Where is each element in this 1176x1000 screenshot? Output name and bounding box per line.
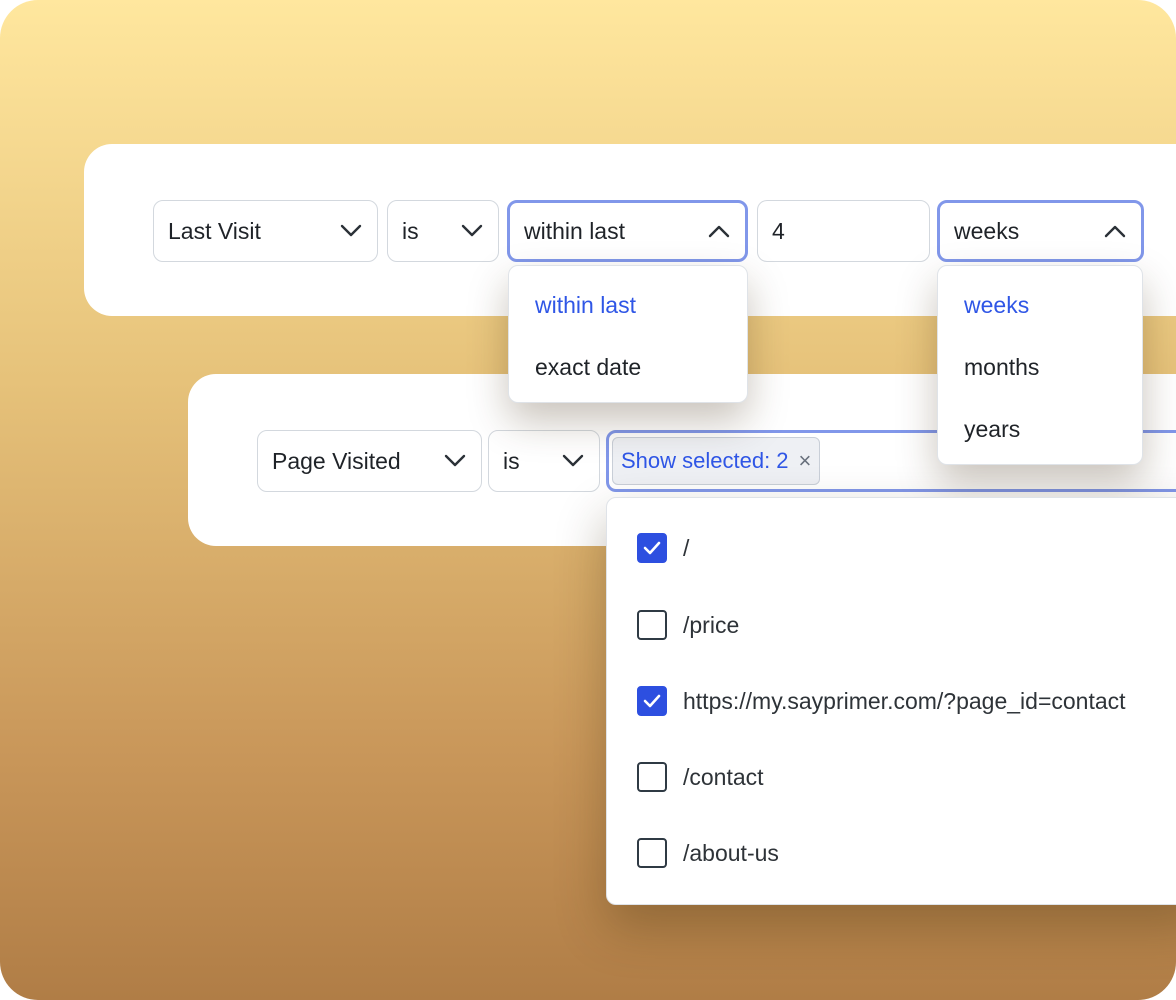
amount-value: 4 [772,217,785,244]
attribute-select-last-visit[interactable]: Last Visit [153,200,378,262]
checkbox-unchecked[interactable] [637,838,667,868]
attribute-select-label: Last Visit [168,217,261,244]
condition-select-label: within last [524,217,625,244]
attribute-select-label: Page Visited [272,447,401,474]
page-option-about-us[interactable]: /about-us [637,838,779,868]
close-icon[interactable]: × [799,450,812,472]
page-option-label: / [683,534,690,561]
operator-select-1[interactable]: is [387,200,499,262]
condition-menu: within last exact date [508,265,748,403]
attribute-select-page-visited[interactable]: Page Visited [257,430,482,492]
condition-select[interactable]: within last [507,200,748,262]
chevron-down-icon [339,219,363,243]
chip-label: Show selected: 2 [621,448,789,473]
unit-option-months[interactable]: months [938,336,1142,398]
unit-select[interactable]: weeks [937,200,1144,262]
checkbox-checked[interactable] [637,686,667,716]
page-option-contact[interactable]: /contact [637,762,764,792]
page-option-contact-url[interactable]: https://my.sayprimer.com/?page_id=contac… [637,686,1126,716]
checkbox-checked[interactable] [637,533,667,563]
condition-option-within-last[interactable]: within last [509,274,747,336]
unit-option-weeks[interactable]: weeks [938,274,1142,336]
operator-select-2[interactable]: is [488,430,600,492]
page-option-label: /price [683,611,740,638]
selected-count-chip[interactable]: Show selected: 2 × [612,437,821,485]
pages-list-panel: / /price https://my.sayprimer.com/?page_… [606,497,1176,905]
amount-input[interactable]: 4 [757,200,930,262]
chevron-up-icon [1103,219,1127,243]
chevron-down-icon [460,219,484,243]
chevron-down-icon [443,449,467,473]
check-icon [643,541,661,555]
page-option-label: /about-us [683,839,779,866]
unit-menu: weeks months years [937,265,1143,465]
check-icon [643,694,661,708]
chevron-up-icon [707,219,731,243]
condition-option-exact-date[interactable]: exact date [509,336,747,398]
page-option-price[interactable]: /price [637,610,739,640]
operator-select-label: is [503,447,520,474]
page-option-root[interactable]: / [637,533,689,563]
unit-option-years[interactable]: years [938,398,1142,460]
operator-select-label: is [402,217,419,244]
unit-select-label: weeks [954,217,1020,244]
background-canvas: Last Visit is within last 4 weeks Page V… [0,0,1176,1000]
checkbox-unchecked[interactable] [637,762,667,792]
chevron-down-icon [561,449,585,473]
page-option-label: https://my.sayprimer.com/?page_id=contac… [683,687,1126,714]
page-option-label: /contact [683,763,764,790]
checkbox-unchecked[interactable] [637,610,667,640]
